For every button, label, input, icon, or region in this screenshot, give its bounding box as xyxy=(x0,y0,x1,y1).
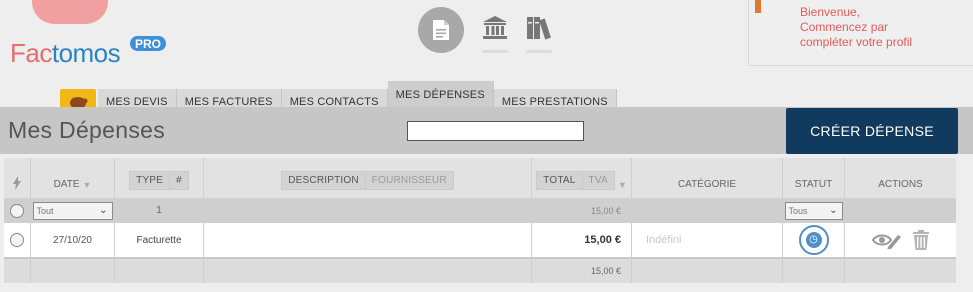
sort-down-icon: ▼ xyxy=(82,180,92,190)
table-header-row: DATE ▼ TYPE # DESCRIPTION FOURNISSEUR TOT… xyxy=(4,158,956,198)
number-sort-button[interactable]: # xyxy=(169,172,188,189)
description-toggle[interactable]: DESCRIPTION xyxy=(282,172,365,189)
status-clock-icon[interactable]: ◷ xyxy=(798,225,829,255)
logo[interactable]: Factomos xyxy=(10,38,121,69)
books-icon[interactable] xyxy=(526,16,552,53)
total-header: TOTAL TVA ▼ xyxy=(532,158,632,198)
table-filter-row: Tout ⌄ 1 15,00 € Tous ⌄ xyxy=(4,198,956,223)
description-header: DESCRIPTION FOURNISSEUR xyxy=(204,158,532,198)
trash-icon[interactable] xyxy=(912,230,930,250)
bank-icon[interactable] xyxy=(482,15,508,53)
row-total: 15,00 € xyxy=(532,223,632,257)
search-input[interactable] xyxy=(407,121,584,141)
total-toggle[interactable]: TOTAL xyxy=(537,172,581,189)
select-all-radio[interactable] xyxy=(10,203,24,218)
row-description xyxy=(204,223,532,257)
actions-header: ACTIONS xyxy=(878,179,923,190)
view-edit-icon[interactable] xyxy=(871,231,902,249)
date-header[interactable]: DATE ▼ xyxy=(31,158,115,198)
row-type: Facturette xyxy=(115,223,204,257)
page-header-bar: Mes Dépenses CRÉER DÉPENSE xyxy=(0,107,973,154)
page-title: Mes Dépenses xyxy=(8,117,166,143)
footer-total: 15,00 € xyxy=(532,259,632,283)
type-header: TYPE # xyxy=(115,158,204,198)
row-date: 27/10/20 xyxy=(31,223,115,257)
welcome-box: Bienvenue, Commencez par compléter votre… xyxy=(748,0,973,66)
sort-down-icon[interactable]: ▼ xyxy=(618,180,627,190)
create-expense-button[interactable]: CRÉER DÉPENSE xyxy=(786,108,958,154)
fournisseur-toggle[interactable]: FOURNISSEUR xyxy=(364,172,453,189)
filter-total: 15,00 € xyxy=(532,198,632,223)
bolt-header xyxy=(4,158,31,198)
welcome-flag-icon xyxy=(755,0,761,13)
logo-pig xyxy=(32,0,108,24)
tva-toggle[interactable]: TVA xyxy=(581,172,614,189)
row-select-radio[interactable] xyxy=(10,233,24,247)
status-filter-select[interactable]: Tous ⌄ xyxy=(784,201,843,220)
expenses-table: DATE ▼ TYPE # DESCRIPTION FOURNISSEUR TOT… xyxy=(4,158,956,283)
welcome-message: Bienvenue, Commencez par compléter votre… xyxy=(800,5,913,49)
chevron-down-icon: ⌄ xyxy=(99,205,108,216)
status-header: STATUT xyxy=(783,158,845,198)
date-filter-select[interactable]: Tout ⌄ xyxy=(32,201,113,220)
table-row[interactable]: 27/10/20 Facturette 15,00 € Indéfini ◷ xyxy=(4,223,956,257)
type-sort-button[interactable]: TYPE xyxy=(130,172,169,189)
type-sort-group: TYPE # xyxy=(129,171,189,190)
document-icon[interactable] xyxy=(418,7,464,53)
category-header: CATÉGORIE xyxy=(632,158,783,198)
pro-badge: PRO xyxy=(130,36,167,51)
chevron-down-icon: ⌄ xyxy=(829,205,838,216)
total-toggle-group: TOTAL TVA xyxy=(536,171,615,190)
description-toggle-group: DESCRIPTION FOURNISSEUR xyxy=(281,171,454,190)
top-nav xyxy=(418,7,552,53)
bolt-icon xyxy=(13,176,21,190)
type-count: 1 xyxy=(115,198,204,223)
table-footer-row: 15,00 € xyxy=(4,257,956,283)
row-category[interactable]: Indéfini xyxy=(646,234,681,246)
